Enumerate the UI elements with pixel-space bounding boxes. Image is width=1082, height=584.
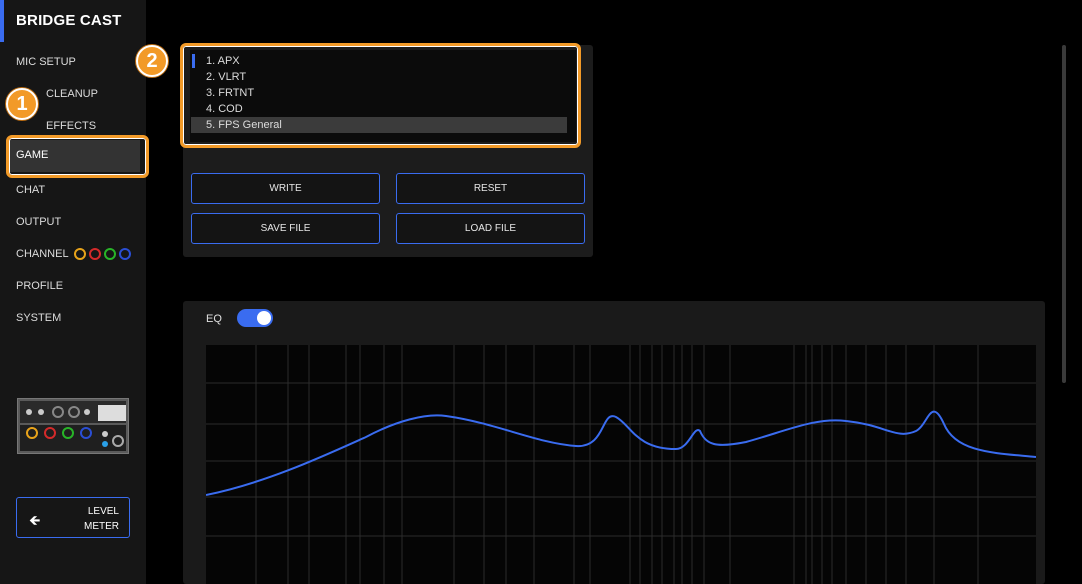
- eq-graph[interactable]: [206, 345, 1036, 584]
- sidebar-item-profile[interactable]: PROFILE: [16, 278, 63, 294]
- load-file-button[interactable]: LOAD FILE: [396, 213, 585, 244]
- level-meter-label-1: LEVEL: [87, 506, 119, 517]
- reset-button[interactable]: RESET: [396, 173, 585, 204]
- channel-circle-2: [89, 248, 101, 260]
- annotation-highlight-game: [6, 135, 149, 178]
- sidebar-item-mic-effects[interactable]: EFFECTS: [46, 118, 96, 134]
- eq-graph-background: [206, 345, 1036, 584]
- channel-circle-3: [104, 248, 116, 260]
- annotation-marker-2: 2: [136, 45, 168, 77]
- channel-circle-4: [119, 248, 131, 260]
- write-button[interactable]: WRITE: [191, 173, 380, 204]
- channel-color-indicators: [74, 248, 131, 260]
- save-file-button[interactable]: SAVE FILE: [191, 213, 380, 244]
- annotation-marker-1: 1: [6, 88, 38, 120]
- sidebar-item-system[interactable]: SYSTEM: [16, 310, 61, 326]
- vertical-scrollbar[interactable]: [1062, 45, 1066, 383]
- sidebar-item-mic-setup[interactable]: MIC SETUP: [16, 54, 76, 70]
- device-image: [17, 398, 129, 454]
- sidebar-item-mic-cleanup[interactable]: CLEANUP: [46, 86, 98, 102]
- app-title: BRIDGE CAST: [16, 12, 122, 29]
- eq-toggle[interactable]: [237, 309, 273, 327]
- eq-toggle-thumb: [257, 311, 271, 325]
- brand-accent-bar: [0, 0, 4, 42]
- eq-label: EQ: [206, 313, 222, 325]
- sidebar-item-channel[interactable]: CHANNEL: [16, 246, 69, 262]
- channel-circle-1: [74, 248, 86, 260]
- level-meter-label-2: METER: [84, 521, 119, 532]
- sidebar-item-output[interactable]: OUTPUT: [16, 214, 61, 230]
- annotation-highlight-presets: [180, 43, 581, 148]
- arrow-left-icon: 🡸: [29, 512, 41, 528]
- level-meter-button[interactable]: 🡸 LEVEL METER: [16, 497, 130, 538]
- sidebar-item-chat[interactable]: CHAT: [16, 182, 45, 198]
